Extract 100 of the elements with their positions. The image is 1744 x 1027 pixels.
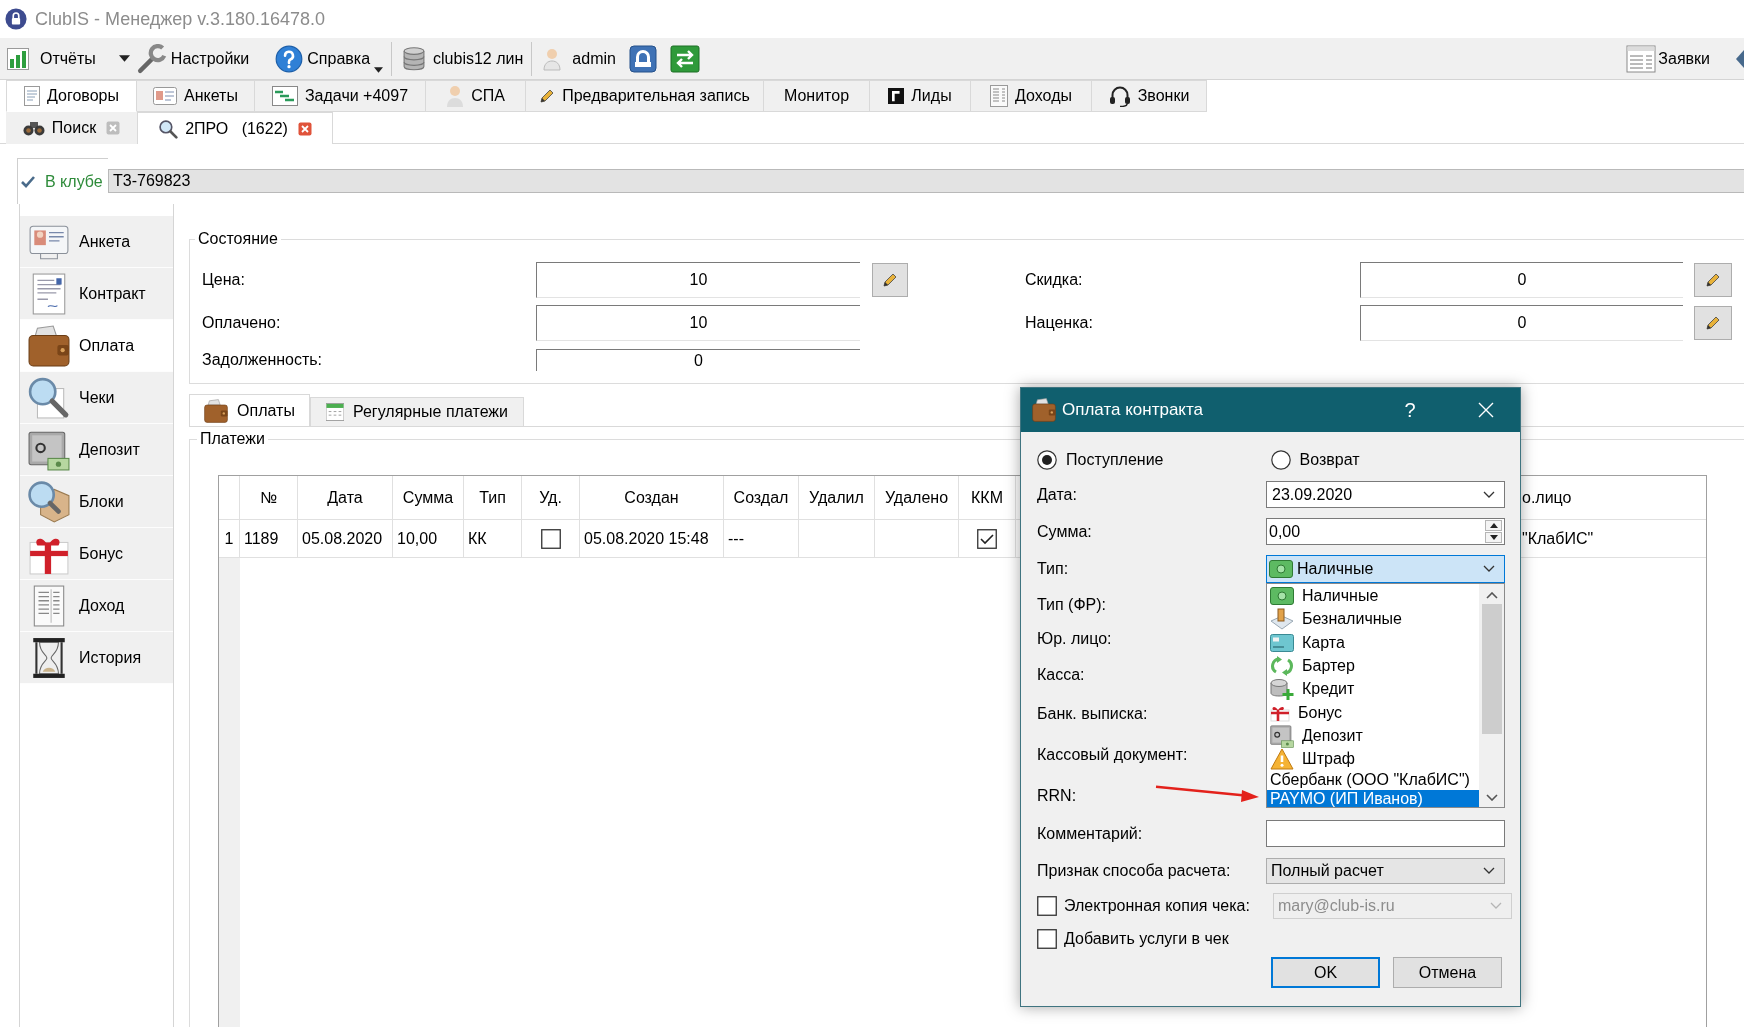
field-label: Цена: bbox=[202, 271, 245, 289]
sidebar-item[interactable]: Бонус bbox=[20, 528, 173, 580]
gantt-chart-icon bbox=[271, 86, 298, 106]
chevron-icon bbox=[1483, 565, 1495, 572]
check-icon bbox=[21, 175, 35, 188]
radio-label: Возврат bbox=[1299, 451, 1360, 469]
field-label: Тип: bbox=[1037, 559, 1069, 578]
toolbar-button[interactable]: admin bbox=[543, 40, 616, 77]
spin-down-button[interactable] bbox=[1485, 532, 1502, 543]
wallet-icon bbox=[1032, 398, 1056, 422]
sidebar-item[interactable]: Блоки bbox=[20, 476, 173, 528]
card-number-field: Т3-769823 bbox=[108, 169, 1744, 193]
tab[interactable]: Доходы bbox=[971, 80, 1092, 112]
type-dropdown[interactable]: Наличные bbox=[1266, 554, 1505, 583]
scrollbar[interactable] bbox=[1479, 583, 1504, 807]
magnifier-box-icon bbox=[28, 480, 70, 523]
tab[interactable]: Поиск bbox=[6, 112, 137, 144]
tab[interactable]: Регулярные платежи bbox=[310, 397, 524, 426]
tab[interactable]: Предварительная запись bbox=[526, 80, 764, 112]
edit-button[interactable] bbox=[872, 263, 908, 297]
value-field[interactable]: 10 bbox=[536, 262, 860, 298]
tab[interactable]: Монитор bbox=[764, 80, 870, 112]
help-icon bbox=[275, 44, 304, 73]
value-field[interactable]: 10 bbox=[536, 305, 860, 341]
toolbar-button[interactable]: Отчёты bbox=[6, 40, 96, 77]
calendar-icon bbox=[326, 403, 344, 421]
toolbar-button[interactable]: clubis12 лин bbox=[403, 40, 524, 77]
tab[interactable]: Анкеты bbox=[137, 80, 255, 112]
field-label: Дата: bbox=[1037, 485, 1077, 504]
select-field[interactable]: Полный расчет bbox=[1266, 857, 1505, 884]
field-label: Признак способа расчета: bbox=[1037, 861, 1231, 880]
edit-button[interactable] bbox=[1694, 306, 1732, 340]
value-field[interactable]: 0 bbox=[536, 349, 860, 371]
pencil-icon bbox=[882, 272, 898, 288]
chevron-down-icon bbox=[1485, 793, 1498, 801]
edit-button[interactable] bbox=[1694, 263, 1732, 297]
binoculars-icon bbox=[22, 120, 45, 136]
checkbox[interactable] bbox=[1037, 928, 1057, 949]
tab[interactable]: Задачи +4097 bbox=[255, 80, 426, 112]
lock-icon bbox=[628, 44, 657, 73]
list-item[interactable]: Бонус bbox=[1267, 701, 1479, 725]
list-item[interactable]: Наличные bbox=[1267, 584, 1479, 608]
tab[interactable]: Звонки bbox=[1092, 80, 1207, 112]
coins-plus-icon bbox=[1270, 678, 1294, 701]
list-item[interactable]: Кредит bbox=[1267, 677, 1479, 701]
swap-button[interactable] bbox=[669, 44, 700, 73]
wrench-icon bbox=[136, 43, 167, 74]
list-item[interactable]: Бартер bbox=[1267, 654, 1479, 678]
field-label: Юр. лицо: bbox=[1037, 630, 1112, 648]
date-field[interactable]: 23.09.2020 bbox=[1266, 481, 1505, 508]
table-icon bbox=[1626, 44, 1657, 73]
value-field[interactable]: 0 bbox=[1360, 262, 1683, 298]
group-title: Платежи bbox=[199, 430, 266, 448]
pencil-icon bbox=[1705, 272, 1721, 288]
list-item[interactable]: Сбербанк (ООО "КлабИС") bbox=[1267, 770, 1479, 790]
value-field[interactable]: 0 bbox=[1360, 305, 1683, 341]
field-label: Кассовый документ: bbox=[1037, 746, 1188, 764]
sidebar-item[interactable]: Чеки bbox=[20, 372, 173, 424]
help-button[interactable]: ? bbox=[1395, 390, 1425, 430]
list-item[interactable]: Безналичные bbox=[1267, 607, 1479, 632]
sidebar-item[interactable]: Контракт bbox=[20, 268, 173, 320]
safe-icon bbox=[1270, 723, 1294, 748]
list-item[interactable]: Штраф bbox=[1267, 747, 1479, 771]
toolbar-button[interactable]: Заявки bbox=[1626, 40, 1710, 77]
lock-button[interactable] bbox=[628, 44, 657, 73]
dialog-button[interactable]: Отмена bbox=[1393, 957, 1502, 988]
scrollbar-thumb[interactable] bbox=[1481, 603, 1502, 734]
amount-field[interactable]: 0,00 bbox=[1266, 518, 1505, 545]
sidebar-item[interactable]: Анкета bbox=[20, 216, 173, 268]
ledger-icon bbox=[990, 85, 1009, 107]
comment-field[interactable] bbox=[1266, 820, 1505, 847]
field-label: Наценка: bbox=[1025, 314, 1093, 332]
close-icon[interactable] bbox=[297, 121, 312, 136]
checkbox[interactable] bbox=[977, 528, 997, 549]
toolbar-button[interactable]: Справка bbox=[275, 40, 384, 77]
field-label: Касса: bbox=[1037, 665, 1085, 684]
checkbox-label: Добавить услуги в чек bbox=[1064, 929, 1229, 948]
checkbox[interactable] bbox=[540, 528, 561, 549]
list-item[interactable]: Карта bbox=[1267, 631, 1479, 655]
spin-up-button[interactable] bbox=[1485, 520, 1502, 531]
radio-button[interactable] bbox=[1037, 450, 1057, 470]
field-label: Банк. выписка: bbox=[1037, 704, 1148, 723]
tab[interactable]: 2ПРО (1622) bbox=[137, 112, 333, 144]
field-label: Оплачено: bbox=[202, 314, 281, 332]
radio-button[interactable] bbox=[1270, 450, 1291, 470]
list-item[interactable]: Депозит bbox=[1267, 724, 1479, 748]
sidebar-item[interactable]: Доход bbox=[20, 580, 173, 632]
toolbar-button[interactable]: Настройки bbox=[136, 40, 250, 77]
document-icon bbox=[24, 86, 41, 106]
chevron-icon bbox=[1483, 867, 1495, 874]
sidebar-item[interactable]: История bbox=[20, 632, 173, 684]
tab[interactable]: СПА bbox=[426, 80, 526, 112]
sidebar-item[interactable]: Депозит bbox=[20, 424, 173, 476]
pencil-icon bbox=[1705, 315, 1721, 331]
table-cell: 05.08.2020 bbox=[298, 520, 393, 558]
triangle-down-icon bbox=[1489, 535, 1498, 540]
tab[interactable]: Договоры bbox=[6, 80, 137, 112]
tab[interactable]: Оплаты bbox=[189, 394, 310, 426]
tab[interactable]: Лиды bbox=[870, 80, 971, 112]
dialog-button[interactable]: OK bbox=[1271, 957, 1380, 988]
